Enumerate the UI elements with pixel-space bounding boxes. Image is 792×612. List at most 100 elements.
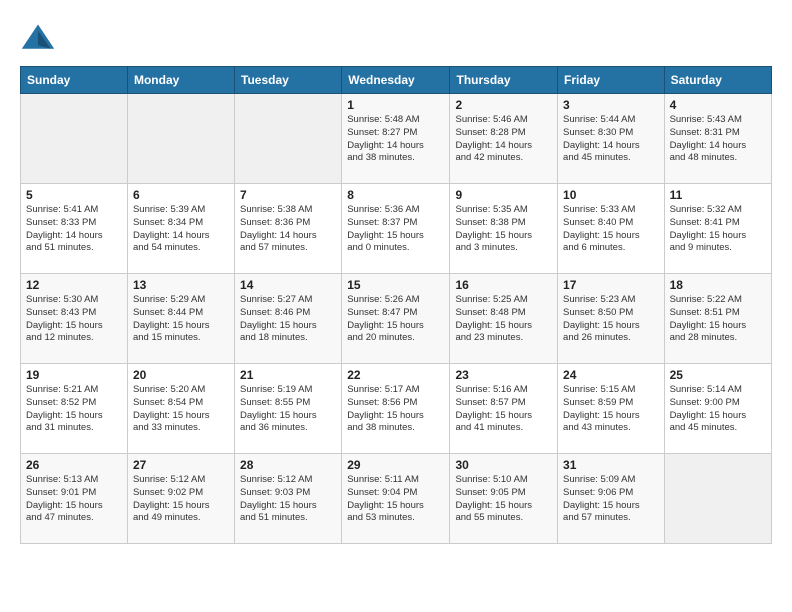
day-cell-11: 11 Sunrise: 5:32 AM Sunset: 8:41 PM Dayli…: [664, 184, 771, 274]
calendar-week-4: 19Sunrise: 5:21 AM Sunset: 8:52 PM Dayli…: [21, 364, 772, 454]
day-number: 27: [133, 458, 229, 472]
calendar-week-5: 26Sunrise: 5:13 AM Sunset: 9:01 PM Dayli…: [21, 454, 772, 544]
empty-cell: [235, 94, 342, 184]
day-info: Sunrise: 5:17 AM Sunset: 8:56 PM Dayligh…: [347, 384, 444, 435]
day-info: Sunrise: 5:27 AM Sunset: 8:46 PM Dayligh…: [240, 294, 336, 345]
day-cell-26: 26Sunrise: 5:13 AM Sunset: 9:01 PM Dayli…: [21, 454, 128, 544]
day-cell-27: 27 Sunrise: 5:12 AM Sunset: 9:02 PM Dayli…: [127, 454, 234, 544]
day-info: Sunrise: 5:23 AM Sunset: 8:50 PM Dayligh…: [563, 294, 659, 345]
day-cell-31: 31Sunrise: 5:09 AM Sunset: 9:06 PM Dayli…: [558, 454, 665, 544]
day-info: Sunrise: 5:22 AM Sunset: 8:51 PM Dayligh…: [670, 294, 766, 345]
day-number: 8: [347, 188, 444, 202]
day-cell-1: 1 Sunrise: 5:48 AM Sunset: 8:27 PM Daylig…: [342, 94, 450, 184]
logo: [20, 20, 60, 56]
col-header-monday: Monday: [127, 67, 234, 94]
day-number: 3: [563, 98, 659, 112]
day-number: 9: [455, 188, 552, 202]
day-cell-2: 2Sunrise: 5:46 AM Sunset: 8:28 PM Daylig…: [450, 94, 558, 184]
day-number: 30: [455, 458, 552, 472]
day-cell-30: 30 Sunrise: 5:10 AM Sunset: 9:05 PM Dayli…: [450, 454, 558, 544]
logo-icon: [20, 20, 56, 56]
day-cell-14: 14 Sunrise: 5:27 AM Sunset: 8:46 PM Dayli…: [235, 274, 342, 364]
day-info: Sunrise: 5:29 AM Sunset: 8:44 PM Dayligh…: [133, 294, 229, 345]
empty-cell: [664, 454, 771, 544]
calendar-week-1: 1 Sunrise: 5:48 AM Sunset: 8:27 PM Daylig…: [21, 94, 772, 184]
day-cell-20: 20 Sunrise: 5:20 AM Sunset: 8:54 PM Dayli…: [127, 364, 234, 454]
day-cell-7: 7 Sunrise: 5:38 AM Sunset: 8:36 PM Daylig…: [235, 184, 342, 274]
day-info: Sunrise: 5:12 AM Sunset: 9:02 PM Dayligh…: [133, 474, 229, 525]
day-info: Sunrise: 5:32 AM Sunset: 8:41 PM Dayligh…: [670, 204, 766, 255]
day-cell-16: 16 Sunrise: 5:25 AM Sunset: 8:48 PM Dayli…: [450, 274, 558, 364]
day-cell-9: 9 Sunrise: 5:35 AM Sunset: 8:38 PM Daylig…: [450, 184, 558, 274]
day-info: Sunrise: 5:35 AM Sunset: 8:38 PM Dayligh…: [455, 204, 552, 255]
day-number: 18: [670, 278, 766, 292]
day-info: Sunrise: 5:16 AM Sunset: 8:57 PM Dayligh…: [455, 384, 552, 435]
day-info: Sunrise: 5:39 AM Sunset: 8:34 PM Dayligh…: [133, 204, 229, 255]
empty-cell: [127, 94, 234, 184]
calendar-week-2: 5 Sunrise: 5:41 AM Sunset: 8:33 PM Daylig…: [21, 184, 772, 274]
day-number: 29: [347, 458, 444, 472]
day-number: 17: [563, 278, 659, 292]
day-number: 15: [347, 278, 444, 292]
day-info: Sunrise: 5:46 AM Sunset: 8:28 PM Dayligh…: [455, 114, 552, 165]
day-info: Sunrise: 5:10 AM Sunset: 9:05 PM Dayligh…: [455, 474, 552, 525]
day-info: Sunrise: 5:19 AM Sunset: 8:55 PM Dayligh…: [240, 384, 336, 435]
day-number: 21: [240, 368, 336, 382]
day-number: 6: [133, 188, 229, 202]
day-info: Sunrise: 5:44 AM Sunset: 8:30 PM Dayligh…: [563, 114, 659, 165]
calendar-week-3: 12Sunrise: 5:30 AM Sunset: 8:43 PM Dayli…: [21, 274, 772, 364]
day-cell-24: 24 Sunrise: 5:15 AM Sunset: 8:59 PM Dayli…: [558, 364, 665, 454]
day-cell-22: 22 Sunrise: 5:17 AM Sunset: 8:56 PM Dayli…: [342, 364, 450, 454]
col-header-thursday: Thursday: [450, 67, 558, 94]
day-info: Sunrise: 5:15 AM Sunset: 8:59 PM Dayligh…: [563, 384, 659, 435]
day-info: Sunrise: 5:48 AM Sunset: 8:27 PM Dayligh…: [347, 114, 444, 165]
day-info: Sunrise: 5:41 AM Sunset: 8:33 PM Dayligh…: [26, 204, 122, 255]
day-number: 24: [563, 368, 659, 382]
day-cell-23: 23 Sunrise: 5:16 AM Sunset: 8:57 PM Dayli…: [450, 364, 558, 454]
day-cell-6: 6 Sunrise: 5:39 AM Sunset: 8:34 PM Daylig…: [127, 184, 234, 274]
calendar-table: SundayMondayTuesdayWednesdayThursdayFrid…: [20, 66, 772, 544]
day-number: 11: [670, 188, 766, 202]
day-number: 16: [455, 278, 552, 292]
page-header: [20, 20, 772, 56]
day-number: 14: [240, 278, 336, 292]
day-cell-29: 29 Sunrise: 5:11 AM Sunset: 9:04 PM Dayli…: [342, 454, 450, 544]
day-info: Sunrise: 5:38 AM Sunset: 8:36 PM Dayligh…: [240, 204, 336, 255]
day-cell-12: 12Sunrise: 5:30 AM Sunset: 8:43 PM Dayli…: [21, 274, 128, 364]
day-number: 12: [26, 278, 122, 292]
day-cell-21: 21 Sunrise: 5:19 AM Sunset: 8:55 PM Dayli…: [235, 364, 342, 454]
day-number: 10: [563, 188, 659, 202]
day-header-row: SundayMondayTuesdayWednesdayThursdayFrid…: [21, 67, 772, 94]
col-header-friday: Friday: [558, 67, 665, 94]
day-info: Sunrise: 5:25 AM Sunset: 8:48 PM Dayligh…: [455, 294, 552, 345]
day-number: 4: [670, 98, 766, 112]
day-cell-13: 13Sunrise: 5:29 AM Sunset: 8:44 PM Dayli…: [127, 274, 234, 364]
day-info: Sunrise: 5:36 AM Sunset: 8:37 PM Dayligh…: [347, 204, 444, 255]
day-number: 1: [347, 98, 444, 112]
day-number: 25: [670, 368, 766, 382]
col-header-wednesday: Wednesday: [342, 67, 450, 94]
day-number: 23: [455, 368, 552, 382]
day-cell-17: 17 Sunrise: 5:23 AM Sunset: 8:50 PM Dayli…: [558, 274, 665, 364]
day-number: 20: [133, 368, 229, 382]
col-header-tuesday: Tuesday: [235, 67, 342, 94]
day-cell-19: 19Sunrise: 5:21 AM Sunset: 8:52 PM Dayli…: [21, 364, 128, 454]
day-number: 7: [240, 188, 336, 202]
day-number: 22: [347, 368, 444, 382]
day-info: Sunrise: 5:11 AM Sunset: 9:04 PM Dayligh…: [347, 474, 444, 525]
col-header-sunday: Sunday: [21, 67, 128, 94]
day-info: Sunrise: 5:13 AM Sunset: 9:01 PM Dayligh…: [26, 474, 122, 525]
day-cell-5: 5 Sunrise: 5:41 AM Sunset: 8:33 PM Daylig…: [21, 184, 128, 274]
day-number: 28: [240, 458, 336, 472]
day-info: Sunrise: 5:26 AM Sunset: 8:47 PM Dayligh…: [347, 294, 444, 345]
day-info: Sunrise: 5:14 AM Sunset: 9:00 PM Dayligh…: [670, 384, 766, 435]
day-info: Sunrise: 5:21 AM Sunset: 8:52 PM Dayligh…: [26, 384, 122, 435]
day-cell-15: 15 Sunrise: 5:26 AM Sunset: 8:47 PM Dayli…: [342, 274, 450, 364]
day-info: Sunrise: 5:09 AM Sunset: 9:06 PM Dayligh…: [563, 474, 659, 525]
day-cell-25: 25 Sunrise: 5:14 AM Sunset: 9:00 PM Dayli…: [664, 364, 771, 454]
day-cell-3: 3 Sunrise: 5:44 AM Sunset: 8:30 PM Daylig…: [558, 94, 665, 184]
day-cell-8: 8 Sunrise: 5:36 AM Sunset: 8:37 PM Daylig…: [342, 184, 450, 274]
day-number: 5: [26, 188, 122, 202]
day-cell-18: 18 Sunrise: 5:22 AM Sunset: 8:51 PM Dayli…: [664, 274, 771, 364]
day-info: Sunrise: 5:20 AM Sunset: 8:54 PM Dayligh…: [133, 384, 229, 435]
